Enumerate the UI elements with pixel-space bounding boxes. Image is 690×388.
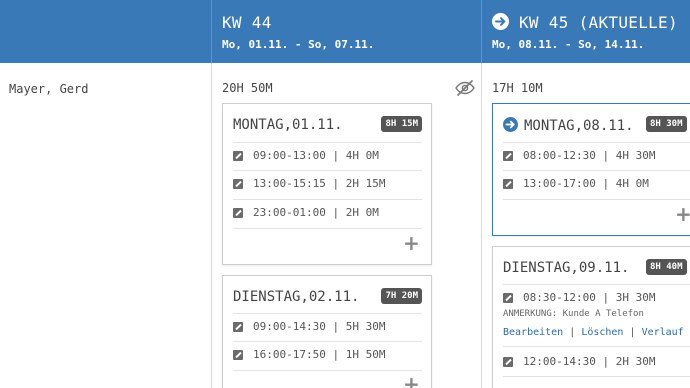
time-entry-text: 09:00-13:00 | 4H 0M (253, 149, 379, 162)
edit-icon[interactable] (233, 179, 243, 189)
separator: | (629, 327, 636, 338)
edit-icon[interactable] (233, 208, 243, 218)
week-title-row: KW 45 (AKTUELLE) (492, 13, 678, 32)
time-entry[interactable]: 12:00-14:30 | 2H 30M (503, 348, 690, 376)
time-entry-text: 23:00-01:00 | 2H 0M (253, 206, 379, 219)
plus-icon[interactable]: + (675, 204, 690, 224)
entry-note: ANMERKUNG: Kunde A Telefon (503, 309, 644, 319)
column-divider (211, 63, 212, 388)
day-card-monday-0811: MONTAG,08.11. 8H 30M 08:00-12:30 | 4H 30… (492, 103, 690, 236)
time-entry-text: 08:30-12:00 | 3H 30M (523, 291, 656, 304)
separator: | (569, 327, 576, 338)
week-header-kw44[interactable]: KW 44 Mo, 01.11. - So, 07.11. (222, 0, 472, 63)
edit-icon[interactable] (233, 151, 243, 161)
time-entry-text: 16:00-17:50 | 1H 50M (253, 348, 386, 361)
edit-icon[interactable] (503, 151, 513, 161)
divider (503, 199, 690, 200)
time-entry[interactable]: 16:00-17:50 | 1H 50M (233, 341, 422, 369)
eye-slash-icon[interactable] (455, 80, 475, 96)
divider (503, 346, 690, 347)
divider (233, 228, 422, 229)
time-entry[interactable]: 13:00-15:15 | 2H 15M (233, 170, 422, 198)
time-entry[interactable]: 08:00-12:30 | 4H 30M (503, 142, 690, 170)
week-title: KW 45 (AKTUELLE) (519, 13, 678, 32)
week-date-range: Mo, 01.11. - So, 07.11. (222, 38, 375, 51)
day-card-monday-0111: MONTAG,01.11. 8H 15M 09:00-13:00 | 4H 0M… (222, 103, 432, 265)
day-card-tuesday-0911: DIENSTAG,09.11. 8H 40M 08:30-12:00 | 3H … (492, 246, 690, 388)
column-divider (481, 63, 482, 388)
week-total-hours: 20H 50M (222, 81, 273, 95)
time-entry-text: 12:00-14:30 | 2H 30M (523, 355, 656, 368)
edit-icon[interactable] (503, 293, 513, 303)
divider (233, 370, 422, 371)
day-hours-badge: 8H 15M (381, 116, 422, 132)
time-entry[interactable]: 13:00-17:00 | 4H 0M (503, 170, 690, 198)
header-divider (211, 0, 212, 63)
arrow-right-circle-icon (503, 117, 518, 132)
header-divider (481, 0, 482, 63)
week-header-kw45[interactable]: KW 45 (AKTUELLE) Mo, 08.11. - So, 14.11. (492, 0, 690, 63)
day-title: MONTAG,01.11. (233, 117, 343, 133)
day-hours-badge: 8H 30M (646, 116, 687, 132)
edit-icon[interactable] (233, 350, 243, 360)
time-entry-text: 13:00-17:00 | 4H 0M (523, 177, 649, 190)
day-card-tuesday-0211: DIENSTAG,02.11. 7H 20M 09:00-14:30 | 5H … (222, 275, 432, 388)
day-title: DIENSTAG,02.11. (233, 289, 360, 305)
entry-actions: Bearbeiten | Löschen | Verlauf (503, 327, 684, 338)
time-entry[interactable]: 23:00-01:00 | 2H 0M (233, 199, 422, 227)
day-title: MONTAG,08.11. (524, 118, 634, 134)
day-title: DIENSTAG,09.11. (503, 260, 630, 276)
edit-icon[interactable] (233, 322, 243, 332)
day-title-row: MONTAG,08.11. (503, 117, 634, 134)
time-entry[interactable]: 09:00-14:30 | 5H 30M (233, 313, 422, 341)
plus-icon[interactable]: + (403, 233, 420, 253)
edit-link[interactable]: Bearbeiten (503, 327, 563, 338)
time-entry-text: 09:00-14:30 | 5H 30M (253, 320, 386, 333)
time-entry[interactable]: 08:30-12:00 | 3H 30M (503, 284, 690, 312)
week-date-range: Mo, 08.11. - So, 14.11. (492, 38, 645, 51)
time-entry-text: 13:00-15:15 | 2H 15M (253, 177, 386, 190)
delete-link[interactable]: Löschen (581, 327, 623, 338)
time-entry[interactable]: 09:00-13:00 | 4H 0M (233, 142, 422, 170)
divider (503, 376, 690, 377)
arrow-right-circle-icon (492, 13, 509, 30)
employee-name: Mayer, Gerd (9, 82, 89, 96)
edit-icon[interactable] (503, 357, 513, 367)
time-entry-text: 08:00-12:30 | 4H 30M (523, 149, 656, 162)
edit-icon[interactable] (503, 179, 513, 189)
plus-icon[interactable]: + (403, 374, 420, 388)
week-title: KW 44 (222, 13, 272, 32)
day-hours-badge: 8H 40M (646, 259, 687, 275)
day-hours-badge: 7H 20M (381, 288, 422, 304)
history-link[interactable]: Verlauf (642, 327, 684, 338)
week-total-hours: 17H 10M (492, 81, 543, 95)
